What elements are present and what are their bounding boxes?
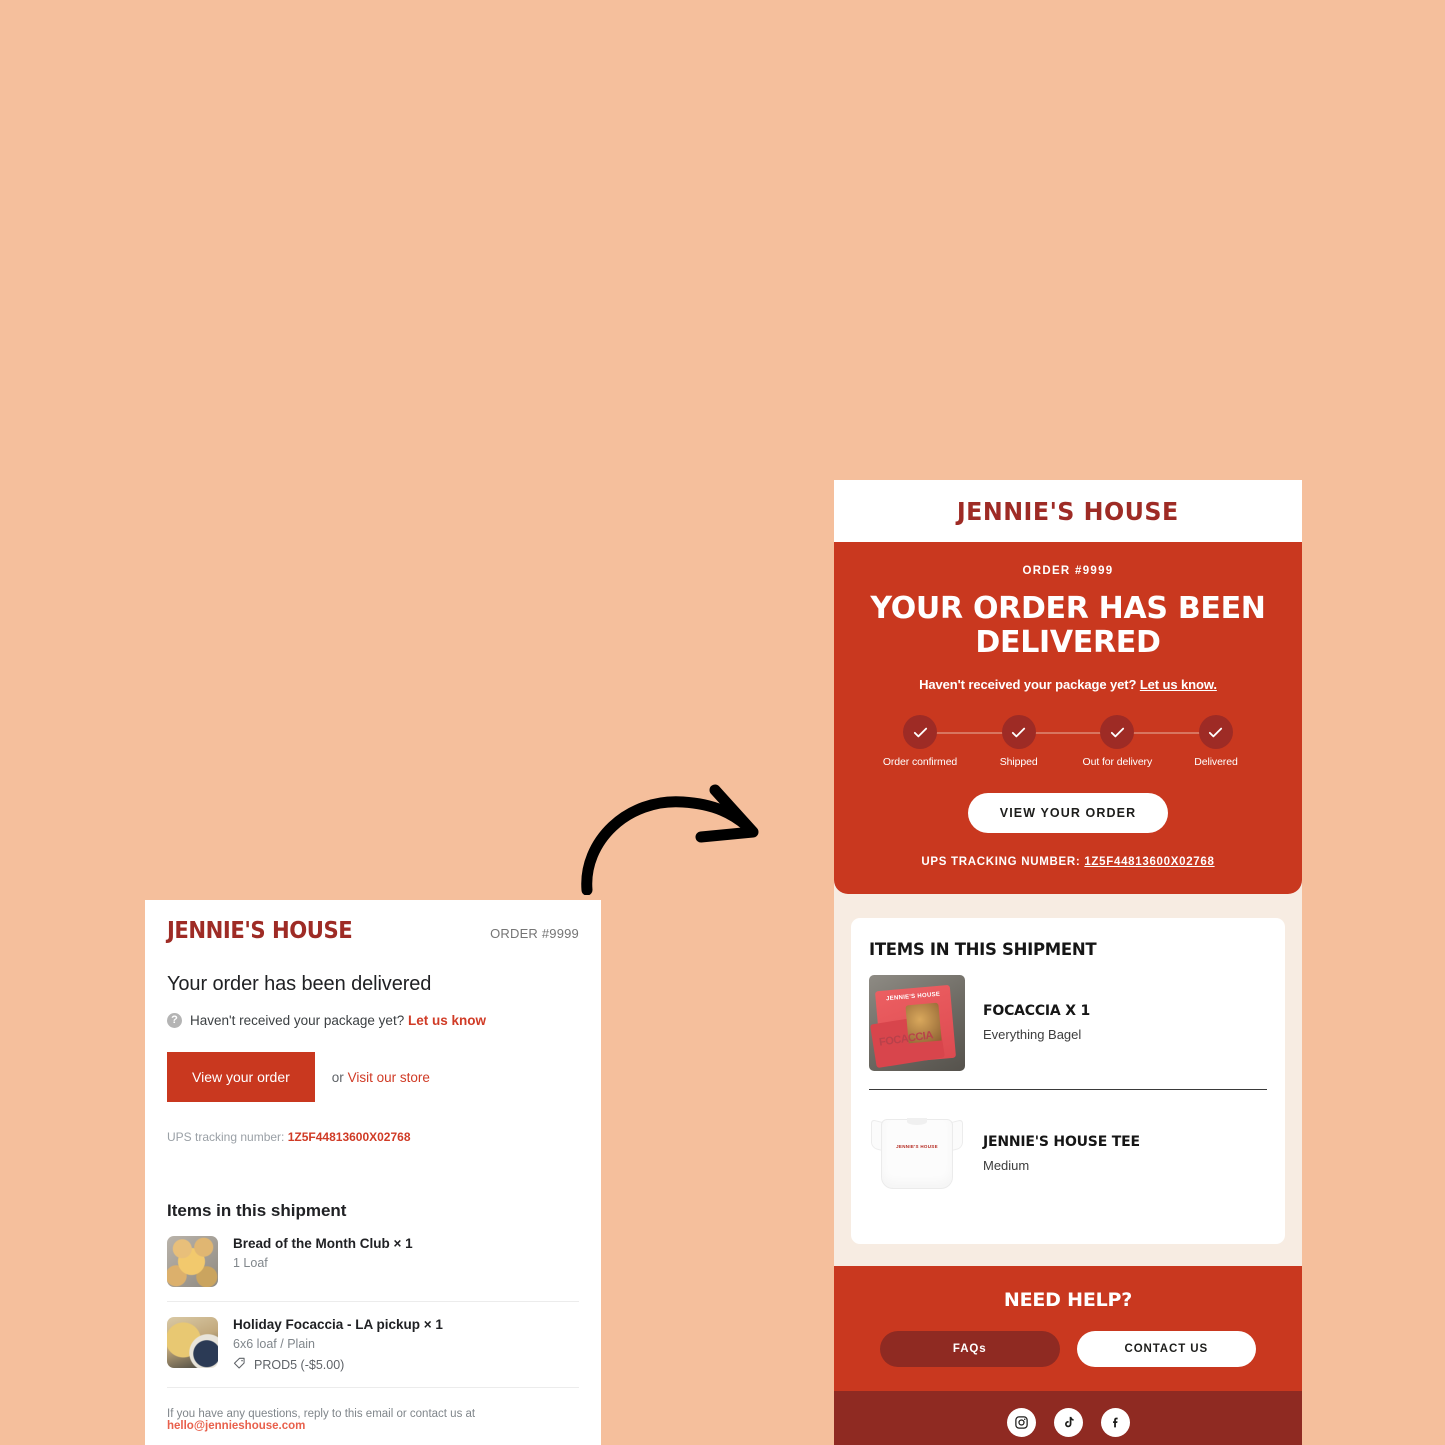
- items-card: ITEMS IN THIS SHIPMENT JENNIE'S HOUSE FO…: [851, 917, 1285, 1244]
- items-section: ITEMS IN THIS SHIPMENT JENNIE'S HOUSE FO…: [834, 894, 1302, 1266]
- list-item: Bread of the Month Club × 1 1 Loaf: [167, 1221, 579, 1302]
- product-thumbnail-muffins: [167, 1236, 218, 1287]
- need-help-title: NEED HELP?: [1003, 1288, 1133, 1311]
- progress-step-label: Shipped: [999, 756, 1038, 769]
- before-email-header: JENNIE'S HOUSE ORDER #9999: [167, 900, 579, 944]
- instagram-icon[interactable]: [1006, 1407, 1036, 1437]
- let-us-know-link[interactable]: Let us know.: [1140, 677, 1217, 692]
- status-headline: YOUR ORDER HAS BEEN DELIVERED: [870, 591, 1266, 660]
- progress-step-shipped: Shipped: [979, 715, 1059, 769]
- help-prompt-label: Haven't received your package yet?: [190, 1013, 405, 1028]
- progress-step-label: Order confirmed: [882, 756, 958, 769]
- help-prompt-text: Haven't received your package yet? Let u…: [858, 677, 1278, 692]
- help-prompt-label: Haven't received your package yet?: [919, 677, 1137, 693]
- check-icon: [903, 715, 937, 750]
- contact-us-button[interactable]: CONTACT US: [1076, 1330, 1256, 1367]
- after-email-preview: JENNIE'S HOUSE ORDER #9999 YOUR ORDER HA…: [834, 480, 1302, 1445]
- product-image-focaccia-box: JENNIE'S HOUSE FOCACCIA: [869, 974, 965, 1071]
- tag-icon: [233, 1356, 247, 1373]
- product-discount-row: PROD5 (-$5.00): [233, 1356, 443, 1373]
- order-number: ORDER #9999: [1022, 565, 1114, 577]
- progress-step-order-confirmed: Order confirmed: [880, 715, 960, 769]
- faqs-button[interactable]: FAQs: [880, 1330, 1060, 1367]
- progress-step-delivered: Delivered: [1176, 715, 1256, 769]
- product-variant: 1 Loaf: [233, 1256, 268, 1270]
- progress-step-label: Delivered: [1194, 756, 1238, 769]
- product-name: FOCACCIA X 1: [983, 1003, 1091, 1020]
- question-mark-icon: ?: [167, 1013, 182, 1028]
- order-status-hero: ORDER #9999 YOUR ORDER HAS BEEN DELIVERE…: [834, 542, 1302, 894]
- tee-print-text: JENNIE'S HOUSE: [896, 1144, 938, 1150]
- brand-logo: JENNIE'S HOUSE: [957, 496, 1179, 526]
- order-number: ORDER #9999: [490, 926, 579, 941]
- email-footnote: If you have any questions, reply to this…: [167, 1388, 579, 1432]
- progress-step-label: Out for delivery: [1082, 756, 1153, 769]
- tracking-label: UPS TRACKING NUMBER:: [921, 855, 1081, 868]
- product-thumbnail-focaccia: [167, 1317, 218, 1368]
- check-icon: [1198, 715, 1233, 750]
- check-icon: [1100, 715, 1135, 750]
- visit-our-store-link[interactable]: Visit our store: [348, 1070, 430, 1085]
- footnote-text: If you have any questions, reply to this…: [167, 1408, 476, 1420]
- help-prompt-text: Haven't received your package yet? Let u…: [190, 1013, 486, 1028]
- social-links-bar: [834, 1390, 1302, 1445]
- product-discount-text: PROD5 (-$5.00): [254, 1357, 345, 1372]
- tiktok-icon[interactable]: [1053, 1407, 1083, 1437]
- tracking-line: UPS TRACKING NUMBER: 1Z5F44813600X02768: [858, 856, 1278, 868]
- check-icon: [1001, 715, 1036, 750]
- product-image-tee: JENNIE'S HOUSE: [869, 1105, 965, 1202]
- help-prompt-row: ? Haven't received your package yet? Let…: [167, 1013, 579, 1028]
- need-help-section: NEED HELP? FAQs CONTACT US: [834, 1265, 1302, 1391]
- before-email-preview: JENNIE'S HOUSE ORDER #9999 Your order ha…: [145, 900, 601, 1445]
- facebook-icon[interactable]: [1100, 1407, 1130, 1437]
- tracking-number[interactable]: 1Z5F44813600X02768: [1084, 856, 1214, 868]
- curved-arrow: [575, 770, 775, 896]
- order-progress-tracker: Order confirmed Shipped Out for delivery…: [880, 715, 1256, 769]
- view-your-order-button[interactable]: View your order: [167, 1052, 315, 1102]
- product-name: Bread of the Month Club × 1: [233, 1236, 413, 1251]
- product-variant: 6x6 loaf / Plain: [233, 1337, 315, 1351]
- progress-step-out-for-delivery: Out for delivery: [1077, 715, 1157, 769]
- product-variant: Medium: [983, 1158, 1030, 1174]
- page-title: Your order has been delivered: [167, 973, 432, 995]
- product-name: Holiday Focaccia - LA pickup × 1: [233, 1317, 443, 1332]
- items-heading: ITEMS IN THIS SHIPMENT: [869, 939, 1097, 959]
- or-visit-store-text: or Visit our store: [332, 1070, 430, 1085]
- table-row: JENNIE'S HOUSE FOCACCIA FOCACCIA X 1 Eve…: [869, 959, 1267, 1090]
- product-name: JENNIE'S HOUSE TEE: [983, 1134, 1140, 1151]
- help-buttons-row: FAQs CONTACT US: [834, 1330, 1302, 1367]
- list-item: Holiday Focaccia - LA pickup × 1 6x6 loa…: [167, 1302, 579, 1388]
- support-email-link[interactable]: hello@jennieshouse.com: [167, 1420, 305, 1432]
- after-email-logo-bar: JENNIE'S HOUSE: [834, 480, 1302, 542]
- table-row: JENNIE'S HOUSE JENNIE'S HOUSE TEE Medium: [869, 1090, 1267, 1220]
- or-label: or: [331, 1069, 344, 1085]
- cta-row: View your order or Visit our store: [167, 1052, 579, 1102]
- product-variant: Everything Bagel: [983, 1027, 1082, 1043]
- tracking-number[interactable]: 1Z5F44813600X02768: [288, 1130, 411, 1144]
- brand-logo: JENNIE'S HOUSE: [167, 918, 353, 944]
- tracking-label: UPS tracking number:: [167, 1130, 285, 1144]
- view-your-order-button[interactable]: VIEW YOUR ORDER: [967, 792, 1169, 833]
- tracking-line: UPS tracking number: 1Z5F44813600X02768: [167, 1130, 579, 1144]
- let-us-know-link[interactable]: Let us know: [408, 1013, 486, 1028]
- items-heading: Items in this shipment: [167, 1201, 347, 1220]
